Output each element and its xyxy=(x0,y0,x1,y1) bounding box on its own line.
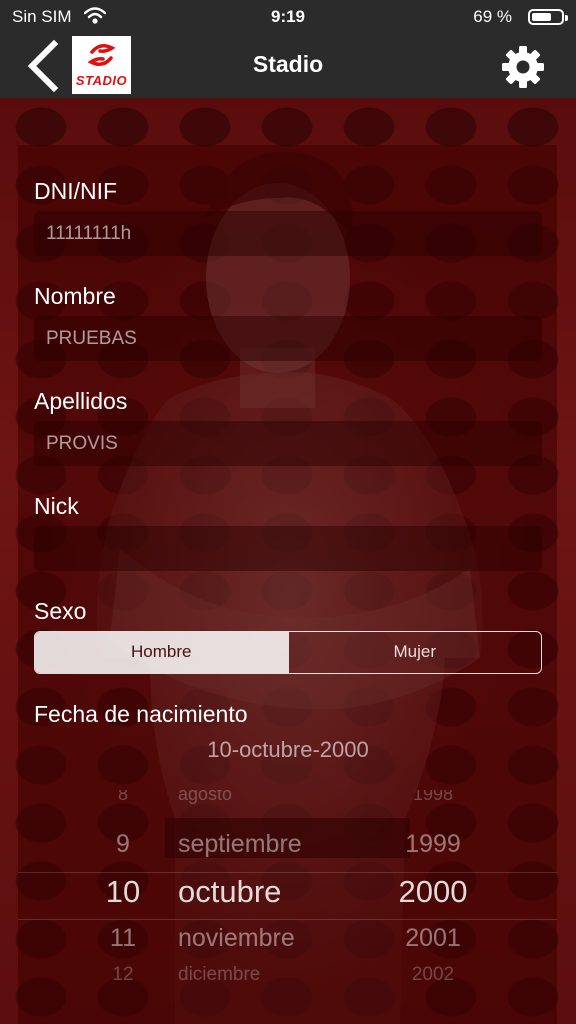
gear-icon[interactable] xyxy=(500,44,546,90)
picker-row[interactable]: 9 septiembre 1999 xyxy=(18,830,557,878)
fecha-label: Fecha de nacimiento xyxy=(34,701,248,727)
sexo-option-hombre[interactable]: Hombre xyxy=(35,632,288,673)
dni-label: DNI/NIF xyxy=(34,178,118,204)
picker-year[interactable]: 1998 xyxy=(383,790,483,805)
battery-icon xyxy=(528,9,568,25)
nombre-label: Nombre xyxy=(34,283,116,309)
picker-row[interactable]: 12 diciembre 2002 xyxy=(18,964,557,1012)
sexo-segmented-control: Hombre Mujer xyxy=(34,631,542,674)
picker-day[interactable]: 11 xyxy=(88,924,158,953)
picker-year[interactable]: 2000 xyxy=(383,874,483,910)
nick-label: Nick xyxy=(34,493,79,519)
picker-month[interactable]: octubre xyxy=(178,874,281,910)
date-picker[interactable]: 8 agosto 1998 9 septiembre 1999 10 octub… xyxy=(18,790,557,1024)
apellidos-label: Apellidos xyxy=(34,388,128,414)
picker-year[interactable]: 2001 xyxy=(383,924,483,953)
picker-month[interactable]: noviembre xyxy=(178,924,295,953)
dni-field[interactable] xyxy=(34,211,542,256)
picker-month[interactable]: diciembre xyxy=(178,964,260,986)
sexo-label: Sexo xyxy=(34,598,87,624)
picker-month[interactable]: agosto xyxy=(178,790,232,805)
navigation-bar: STADIO Stadio xyxy=(0,34,576,98)
picker-year[interactable]: 1999 xyxy=(383,830,483,859)
battery-percent: 69 % xyxy=(473,7,512,26)
picker-row[interactable]: 8 agosto 1998 xyxy=(18,790,557,832)
nombre-field[interactable] xyxy=(34,316,542,361)
picker-row-selected[interactable]: 10 octubre 2000 xyxy=(18,874,557,922)
picker-day[interactable]: 8 xyxy=(88,790,158,805)
picker-day[interactable]: 9 xyxy=(88,830,158,859)
picker-month[interactable]: septiembre xyxy=(178,830,302,859)
nick-field[interactable] xyxy=(34,526,542,571)
page-title: Stadio xyxy=(252,51,324,77)
apellidos-field[interactable] xyxy=(34,421,542,466)
picker-day[interactable]: 10 xyxy=(88,874,158,910)
picker-day[interactable]: 12 xyxy=(88,964,158,986)
sexo-option-mujer[interactable]: Mujer xyxy=(287,632,542,673)
status-bar: Sin SIM 9:19 69 % xyxy=(0,0,576,34)
picker-year[interactable]: 2002 xyxy=(383,964,483,986)
fecha-value: 10-octubre-2000 xyxy=(207,737,369,762)
